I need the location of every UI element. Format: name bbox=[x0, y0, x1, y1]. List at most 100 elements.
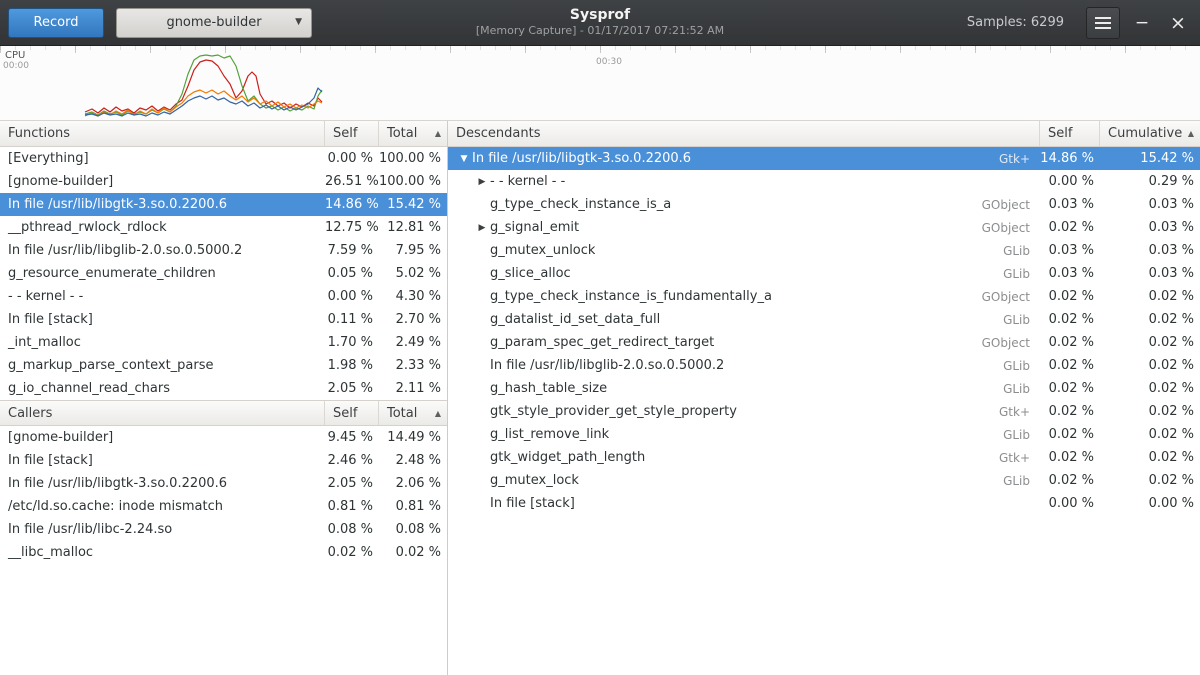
cumulative-value: 0.03 % bbox=[1100, 197, 1200, 212]
table-row[interactable]: ▶g_signal_emitGObject0.02 %0.03 % bbox=[448, 216, 1200, 239]
table-row[interactable]: g_hash_table_sizeGLib0.02 %0.02 % bbox=[448, 377, 1200, 400]
self-value: 1.98 % bbox=[325, 358, 379, 373]
descendant-name-cell: g_datalist_id_set_data_fullGLib bbox=[448, 312, 1040, 327]
hamburger-icon bbox=[1095, 16, 1111, 30]
table-row[interactable]: [gnome-builder]26.51 %100.00 % bbox=[0, 170, 447, 193]
table-row[interactable]: ▶- - kernel - -0.00 %0.29 % bbox=[448, 170, 1200, 193]
cpu-graph[interactable]: CPU 00:00 00:30 bbox=[0, 46, 1200, 121]
column-header-callers[interactable]: Callers bbox=[0, 401, 325, 425]
self-value: 0.02 % bbox=[1040, 473, 1100, 488]
table-row[interactable]: g_mutex_unlockGLib0.03 %0.03 % bbox=[448, 239, 1200, 262]
minimize-button[interactable]: − bbox=[1128, 7, 1156, 39]
self-value: 2.05 % bbox=[325, 381, 379, 396]
functions-table: [Everything]0.00 %100.00 %[gnome-builder… bbox=[0, 147, 447, 400]
expander-icon[interactable]: ▶ bbox=[474, 177, 490, 187]
target-dropdown[interactable]: gnome-builder ▼ bbox=[116, 8, 312, 38]
table-row[interactable]: g_markup_parse_context_parse1.98 %2.33 % bbox=[0, 354, 447, 377]
descendant-name: g_type_check_instance_is_fundamentally_a bbox=[490, 289, 772, 304]
column-header-cumulative[interactable]: Cumulative▲ bbox=[1100, 121, 1200, 146]
function-name: g_resource_enumerate_children bbox=[0, 266, 325, 281]
descendant-name: g_type_check_instance_is_a bbox=[490, 197, 671, 212]
functions-column-headers: Functions Self Total▲ bbox=[0, 121, 447, 147]
descendant-name: gtk_style_provider_get_style_property bbox=[490, 404, 737, 419]
table-row[interactable]: In file /usr/lib/libgtk-3.so.0.2200.62.0… bbox=[0, 472, 447, 495]
library-label: GLib bbox=[995, 474, 1040, 488]
capture-subtitle: [Memory Capture] - 01/17/2017 07:21:52 A… bbox=[380, 24, 820, 38]
self-value: 0.02 % bbox=[1040, 312, 1100, 327]
table-row[interactable]: __libc_malloc0.02 %0.02 % bbox=[0, 541, 447, 564]
total-value: 0.08 % bbox=[379, 522, 447, 537]
time-label-mid: 00:30 bbox=[596, 57, 622, 67]
library-label: GObject bbox=[974, 336, 1040, 350]
table-row[interactable]: gtk_widget_path_lengthGtk+0.02 %0.02 % bbox=[448, 446, 1200, 469]
table-row[interactable]: [Everything]0.00 %100.00 % bbox=[0, 147, 447, 170]
table-row[interactable]: g_resource_enumerate_children0.05 %5.02 … bbox=[0, 262, 447, 285]
record-button[interactable]: Record bbox=[8, 8, 104, 38]
sysprof-window: Record gnome-builder ▼ Sysprof [Memory C… bbox=[0, 0, 1200, 675]
table-row[interactable]: In file /usr/lib/libglib-2.0.so.0.5000.2… bbox=[448, 354, 1200, 377]
column-header-descendants[interactable]: Descendants bbox=[448, 121, 1040, 146]
table-row[interactable]: In file [stack]0.11 %2.70 % bbox=[0, 308, 447, 331]
self-value: 7.59 % bbox=[325, 243, 379, 258]
menu-button[interactable] bbox=[1086, 7, 1120, 39]
cumulative-value: 0.03 % bbox=[1100, 243, 1200, 258]
cumulative-value: 0.02 % bbox=[1100, 358, 1200, 373]
total-value: 0.02 % bbox=[379, 545, 447, 560]
column-header-total[interactable]: Total▲ bbox=[379, 401, 447, 425]
self-value: 9.45 % bbox=[325, 430, 379, 445]
self-value: 0.02 % bbox=[1040, 404, 1100, 419]
function-name: In file [stack] bbox=[0, 312, 325, 327]
table-row[interactable]: - - kernel - -0.00 %4.30 % bbox=[0, 285, 447, 308]
table-row[interactable]: /etc/ld.so.cache: inode mismatch0.81 %0.… bbox=[0, 495, 447, 518]
cumulative-value: 15.42 % bbox=[1100, 151, 1200, 166]
library-label: GLib bbox=[995, 359, 1040, 373]
table-row[interactable]: In file /usr/lib/libc-2.24.so0.08 %0.08 … bbox=[0, 518, 447, 541]
column-header-self[interactable]: Self bbox=[325, 401, 379, 425]
table-row[interactable]: _int_malloc1.70 %2.49 % bbox=[0, 331, 447, 354]
total-value: 12.81 % bbox=[379, 220, 447, 235]
table-row[interactable]: g_io_channel_read_chars2.05 %2.11 % bbox=[0, 377, 447, 400]
column-header-functions[interactable]: Functions bbox=[0, 121, 325, 146]
self-value: 0.02 % bbox=[325, 545, 379, 560]
descendant-name-cell: In file /usr/lib/libglib-2.0.so.0.5000.2… bbox=[448, 358, 1040, 373]
cumulative-value: 0.02 % bbox=[1100, 289, 1200, 304]
table-row[interactable]: g_type_check_instance_is_fundamentally_a… bbox=[448, 285, 1200, 308]
table-row[interactable]: g_slice_allocGLib0.03 %0.03 % bbox=[448, 262, 1200, 285]
descendant-name-cell: g_hash_table_sizeGLib bbox=[448, 381, 1040, 396]
close-button[interactable]: × bbox=[1164, 7, 1192, 39]
column-header-self[interactable]: Self bbox=[325, 121, 379, 146]
expander-icon[interactable]: ▼ bbox=[456, 154, 472, 164]
descendant-name-cell: g_type_check_instance_is_aGObject bbox=[448, 197, 1040, 212]
column-header-self[interactable]: Self bbox=[1040, 121, 1100, 146]
self-value: 0.02 % bbox=[1040, 289, 1100, 304]
table-row[interactable]: gtk_style_provider_get_style_propertyGtk… bbox=[448, 400, 1200, 423]
descendant-name: g_mutex_lock bbox=[490, 473, 579, 488]
table-row[interactable]: __pthread_rwlock_rdlock12.75 %12.81 % bbox=[0, 216, 447, 239]
descendants-table: ▼In file /usr/lib/libgtk-3.so.0.2200.6Gt… bbox=[448, 147, 1200, 515]
total-value: 2.49 % bbox=[379, 335, 447, 350]
table-row[interactable]: In file /usr/lib/libglib-2.0.so.0.5000.2… bbox=[0, 239, 447, 262]
table-row[interactable]: ▼In file /usr/lib/libgtk-3.so.0.2200.6Gt… bbox=[448, 147, 1200, 170]
self-value: 0.02 % bbox=[1040, 381, 1100, 396]
total-value: 5.02 % bbox=[379, 266, 447, 281]
library-label: GLib bbox=[995, 382, 1040, 396]
cumulative-value: 0.29 % bbox=[1100, 174, 1200, 189]
descendant-name: gtk_widget_path_length bbox=[490, 450, 645, 465]
table-row[interactable]: In file [stack]0.00 %0.00 % bbox=[448, 492, 1200, 515]
table-row[interactable]: g_param_spec_get_redirect_targetGObject0… bbox=[448, 331, 1200, 354]
table-row[interactable]: In file /usr/lib/libgtk-3.so.0.2200.614.… bbox=[0, 193, 447, 216]
total-value: 2.06 % bbox=[379, 476, 447, 491]
table-row[interactable]: g_type_check_instance_is_aGObject0.03 %0… bbox=[448, 193, 1200, 216]
descendants-pane: Descendants Self Cumulative▲ ▼In file /u… bbox=[448, 121, 1200, 675]
table-row[interactable]: g_mutex_lockGLib0.02 %0.02 % bbox=[448, 469, 1200, 492]
table-row[interactable]: [gnome-builder]9.45 %14.49 % bbox=[0, 426, 447, 449]
cumulative-value: 0.03 % bbox=[1100, 266, 1200, 281]
library-label: GObject bbox=[974, 221, 1040, 235]
table-row[interactable]: g_list_remove_linkGLib0.02 %0.02 % bbox=[448, 423, 1200, 446]
cumulative-value: 0.03 % bbox=[1100, 220, 1200, 235]
table-row[interactable]: In file [stack]2.46 %2.48 % bbox=[0, 449, 447, 472]
table-row[interactable]: g_datalist_id_set_data_fullGLib0.02 %0.0… bbox=[448, 308, 1200, 331]
expander-icon[interactable]: ▶ bbox=[474, 223, 490, 233]
total-value: 7.95 % bbox=[379, 243, 447, 258]
column-header-total[interactable]: Total▲ bbox=[379, 121, 447, 146]
